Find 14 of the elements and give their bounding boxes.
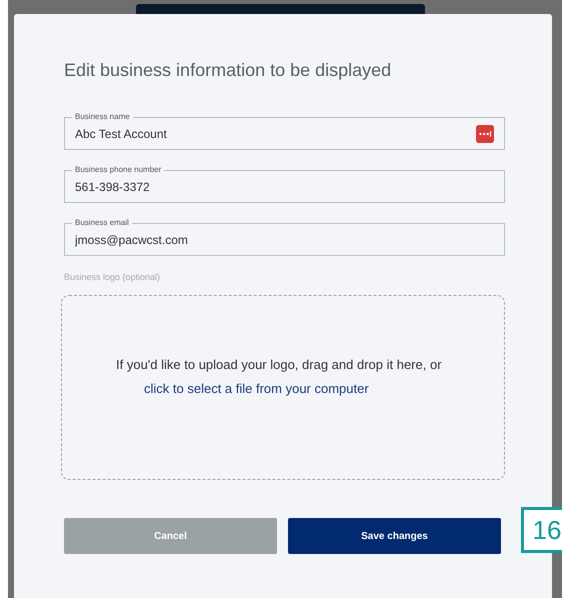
dropzone[interactable]: If you'd like to upload your logo, drag and drop it here, or click to select a file from your computer <box>61 295 505 480</box>
field-value: 561-398-3372 <box>75 180 494 194</box>
select-file-link[interactable]: click to select a file from your computer <box>144 377 454 401</box>
step-badge: 16 <box>521 507 562 553</box>
field-value: jmoss@pacwcst.com <box>75 232 494 246</box>
field-label: Business name <box>72 112 133 122</box>
field-label: Business email <box>72 218 132 228</box>
password-manager-icon[interactable] <box>476 124 494 142</box>
save-button[interactable]: Save changes <box>288 518 501 554</box>
logo-label: Business logo (optional) <box>64 272 162 282</box>
field-value: Abc Test Account <box>75 126 476 140</box>
dropzone-text: If you'd like to upload your logo, drag and drop it here, or <box>116 356 443 374</box>
dialog-title: Edit business information to be displayed <box>64 60 392 81</box>
field-label: Business phone number <box>72 165 164 175</box>
